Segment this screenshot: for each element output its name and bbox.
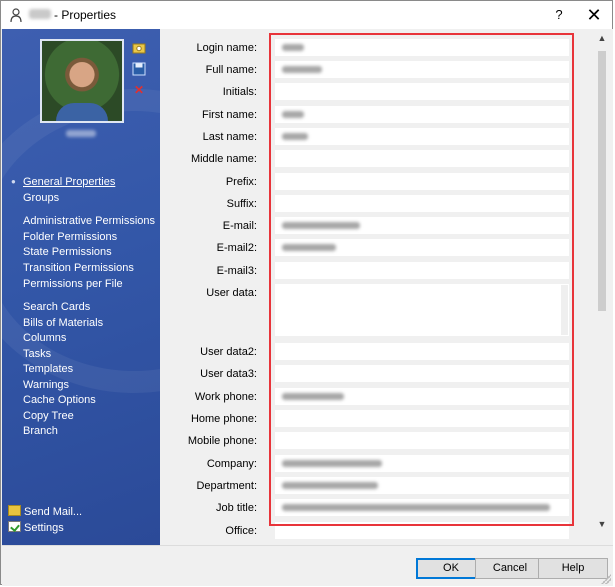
save-picture-icon[interactable] <box>132 62 146 76</box>
field-label: User data: <box>206 287 257 299</box>
sidebar-item-administrative-permissions[interactable]: Administrative Permissions <box>23 215 155 227</box>
scroll-thumb[interactable] <box>598 51 606 311</box>
sidebar-item-permissions-per-file[interactable]: Permissions per File <box>23 278 123 290</box>
scroll-down-icon[interactable]: ▼ <box>594 519 610 529</box>
form-panel: Login name: Full name: Initials: First n… <box>161 29 613 545</box>
help-button[interactable]: Help <box>538 558 608 579</box>
field-label: User data2: <box>200 346 257 358</box>
field-label: Suffix: <box>226 198 257 210</box>
sidebar-item-state-permissions[interactable]: State Permissions <box>23 246 112 258</box>
sidebar: ✕ ● General Properties Groups Administra… <box>2 29 160 545</box>
field-label: Middle name: <box>190 153 257 165</box>
title-help-button[interactable]: ? <box>549 5 569 25</box>
field-label: E-mail2: <box>216 242 257 254</box>
settings-link[interactable]: Settings <box>8 521 64 534</box>
sidebar-item-templates[interactable]: Templates <box>23 363 73 375</box>
sidebar-item-groups[interactable]: Groups <box>23 192 59 204</box>
field-label: Login name: <box>196 42 257 54</box>
close-button[interactable]: ✕ <box>583 5 605 25</box>
avatar-name-redacted <box>66 130 96 137</box>
settings-label: Settings <box>24 522 64 534</box>
field-label: First name: <box>201 109 257 121</box>
sidebar-item-tasks[interactable]: Tasks <box>23 348 51 360</box>
sidebar-item-search-cards[interactable]: Search Cards <box>23 301 90 313</box>
resize-grip-icon[interactable] <box>601 574 611 584</box>
field-label: Prefix: <box>225 176 257 188</box>
sidebar-item-general-properties[interactable]: General Properties <box>23 176 115 188</box>
delete-picture-icon[interactable]: ✕ <box>132 83 146 97</box>
field-label: Office: <box>225 525 257 537</box>
sidebar-item-cache-options[interactable]: Cache Options <box>23 394 96 406</box>
field-label: Department: <box>196 480 257 492</box>
send-mail-link[interactable]: Send Mail... <box>8 505 82 518</box>
cancel-button[interactable]: Cancel <box>475 558 545 579</box>
user-name-redacted <box>29 9 51 19</box>
field-label: Last name: <box>202 131 257 143</box>
settings-check-icon <box>8 521 21 532</box>
sidebar-item-folder-permissions[interactable]: Folder Permissions <box>23 231 117 243</box>
field-label: Full name: <box>205 64 257 76</box>
sidebar-item-columns[interactable]: Columns <box>23 332 66 344</box>
send-mail-label: Send Mail... <box>24 506 83 518</box>
mail-icon <box>8 505 21 516</box>
sidebar-item-copy-tree[interactable]: Copy Tree <box>23 410 74 422</box>
sidebar-item-warnings[interactable]: Warnings <box>23 379 69 391</box>
field-label: Company: <box>206 458 257 470</box>
avatar <box>40 39 124 123</box>
properties-dialog: - Properties ? ✕ ✕ ● General Properties … <box>0 0 613 586</box>
window-title: - Properties <box>54 8 117 22</box>
title-bar: - Properties ? ✕ <box>1 1 612 29</box>
field-label: Initials: <box>222 86 257 98</box>
scroll-up-icon[interactable]: ▲ <box>594 33 610 43</box>
field-label: Home phone: <box>190 413 257 425</box>
user-icon <box>10 8 22 23</box>
field-label: E-mail3: <box>216 265 257 277</box>
field-label: E-mail: <box>222 220 257 232</box>
vertical-scrollbar[interactable]: ▲ ▼ <box>594 29 610 536</box>
active-bullet-icon: ● <box>11 177 16 186</box>
field-label: Work phone: <box>194 391 257 403</box>
sidebar-item-bills-of-materials[interactable]: Bills of Materials <box>23 317 103 329</box>
dialog-footer: OK Cancel Help <box>2 545 613 586</box>
highlight-box <box>269 33 574 526</box>
sidebar-item-branch[interactable]: Branch <box>23 425 58 437</box>
field-label: Mobile phone: <box>187 435 257 447</box>
field-label: Job title: <box>216 502 257 514</box>
field-label: User data3: <box>200 368 257 380</box>
change-picture-icon[interactable] <box>132 41 146 55</box>
sidebar-item-transition-permissions[interactable]: Transition Permissions <box>23 262 134 274</box>
